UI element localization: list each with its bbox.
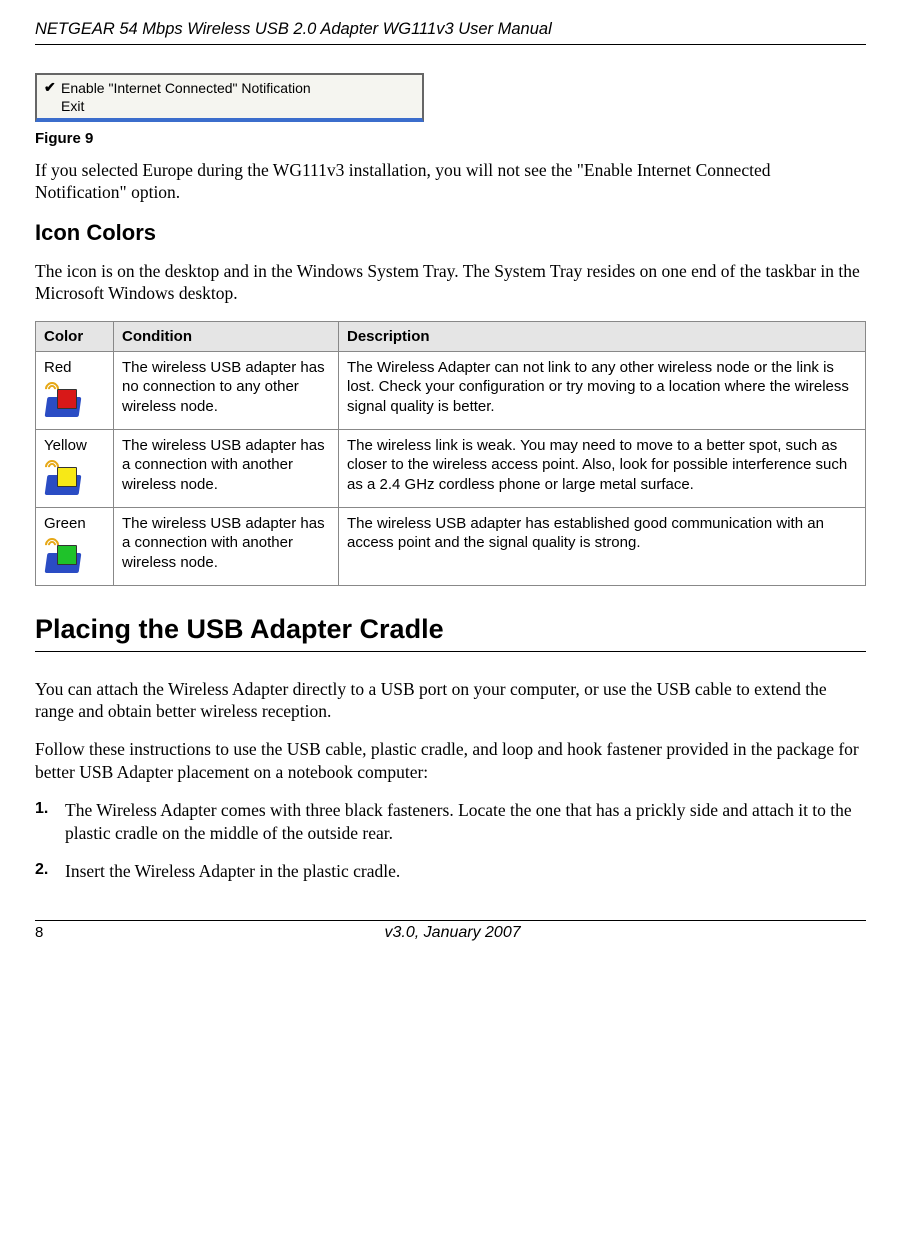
body-paragraph: The icon is on the desktop and in the Wi… xyxy=(35,260,866,305)
figure-caption: Figure 9 xyxy=(35,130,866,147)
section-divider xyxy=(35,651,866,652)
body-paragraph: Follow these instructions to use the USB… xyxy=(35,738,866,783)
table-header-condition: Condition xyxy=(114,321,339,351)
color-cell-green: Green xyxy=(36,507,114,585)
condition-cell: The wireless USB adapter has a connectio… xyxy=(114,429,339,507)
condition-cell: The wireless USB adapter has a connectio… xyxy=(114,507,339,585)
color-cell-red: Red xyxy=(36,351,114,429)
footer-divider xyxy=(35,920,866,921)
description-cell: The Wireless Adapter can not link to any… xyxy=(339,351,866,429)
icon-colors-table: Color Condition Description Red The wire… xyxy=(35,321,866,586)
page-footer: 8 v3.0, January 2007 xyxy=(35,920,866,942)
color-label: Yellow xyxy=(44,437,87,454)
table-header-color: Color xyxy=(36,321,114,351)
description-cell: The wireless USB adapter has established… xyxy=(339,507,866,585)
page-number: 8 xyxy=(35,924,43,942)
header-divider xyxy=(35,44,866,45)
step-item: The Wireless Adapter comes with three bl… xyxy=(35,799,866,844)
checkmark-icon: ✔ xyxy=(44,79,61,96)
menu-item-exit: Exit xyxy=(40,97,419,115)
table-row: Red The wireless USB adapter has no conn… xyxy=(36,351,866,429)
step-item: Insert the Wireless Adapter in the plast… xyxy=(35,860,866,882)
table-header-row: Color Condition Description xyxy=(36,321,866,351)
menu-item-enable-notification: ✔ Enable "Internet Connected" Notificati… xyxy=(40,78,419,97)
menu-item-label: Enable "Internet Connected" Notification xyxy=(61,80,311,96)
page-number-spacer xyxy=(862,924,866,942)
menu-item-label: Exit xyxy=(61,98,84,114)
section-heading-icon-colors: Icon Colors xyxy=(35,220,866,246)
document-header-title: NETGEAR 54 Mbps Wireless USB 2.0 Adapter… xyxy=(35,20,866,39)
adapter-icon-green xyxy=(44,537,105,579)
section-heading-cradle: Placing the USB Adapter Cradle xyxy=(35,614,866,645)
steps-list: The Wireless Adapter comes with three bl… xyxy=(35,799,866,882)
color-label: Green xyxy=(44,515,86,532)
adapter-icon-red xyxy=(44,381,105,423)
color-label: Red xyxy=(44,359,72,376)
adapter-icon-yellow xyxy=(44,459,105,501)
body-paragraph: You can attach the Wireless Adapter dire… xyxy=(35,678,866,723)
table-row: Green The wireless USB adapter has a con… xyxy=(36,507,866,585)
color-cell-yellow: Yellow xyxy=(36,429,114,507)
description-cell: The wireless link is weak. You may need … xyxy=(339,429,866,507)
table-header-description: Description xyxy=(339,321,866,351)
table-row: Yellow The wireless USB adapter has a co… xyxy=(36,429,866,507)
body-paragraph: If you selected Europe during the WG111v… xyxy=(35,159,866,204)
condition-cell: The wireless USB adapter has no connecti… xyxy=(114,351,339,429)
context-menu-screenshot: ✔ Enable "Internet Connected" Notificati… xyxy=(35,73,424,122)
footer-version: v3.0, January 2007 xyxy=(43,924,861,942)
